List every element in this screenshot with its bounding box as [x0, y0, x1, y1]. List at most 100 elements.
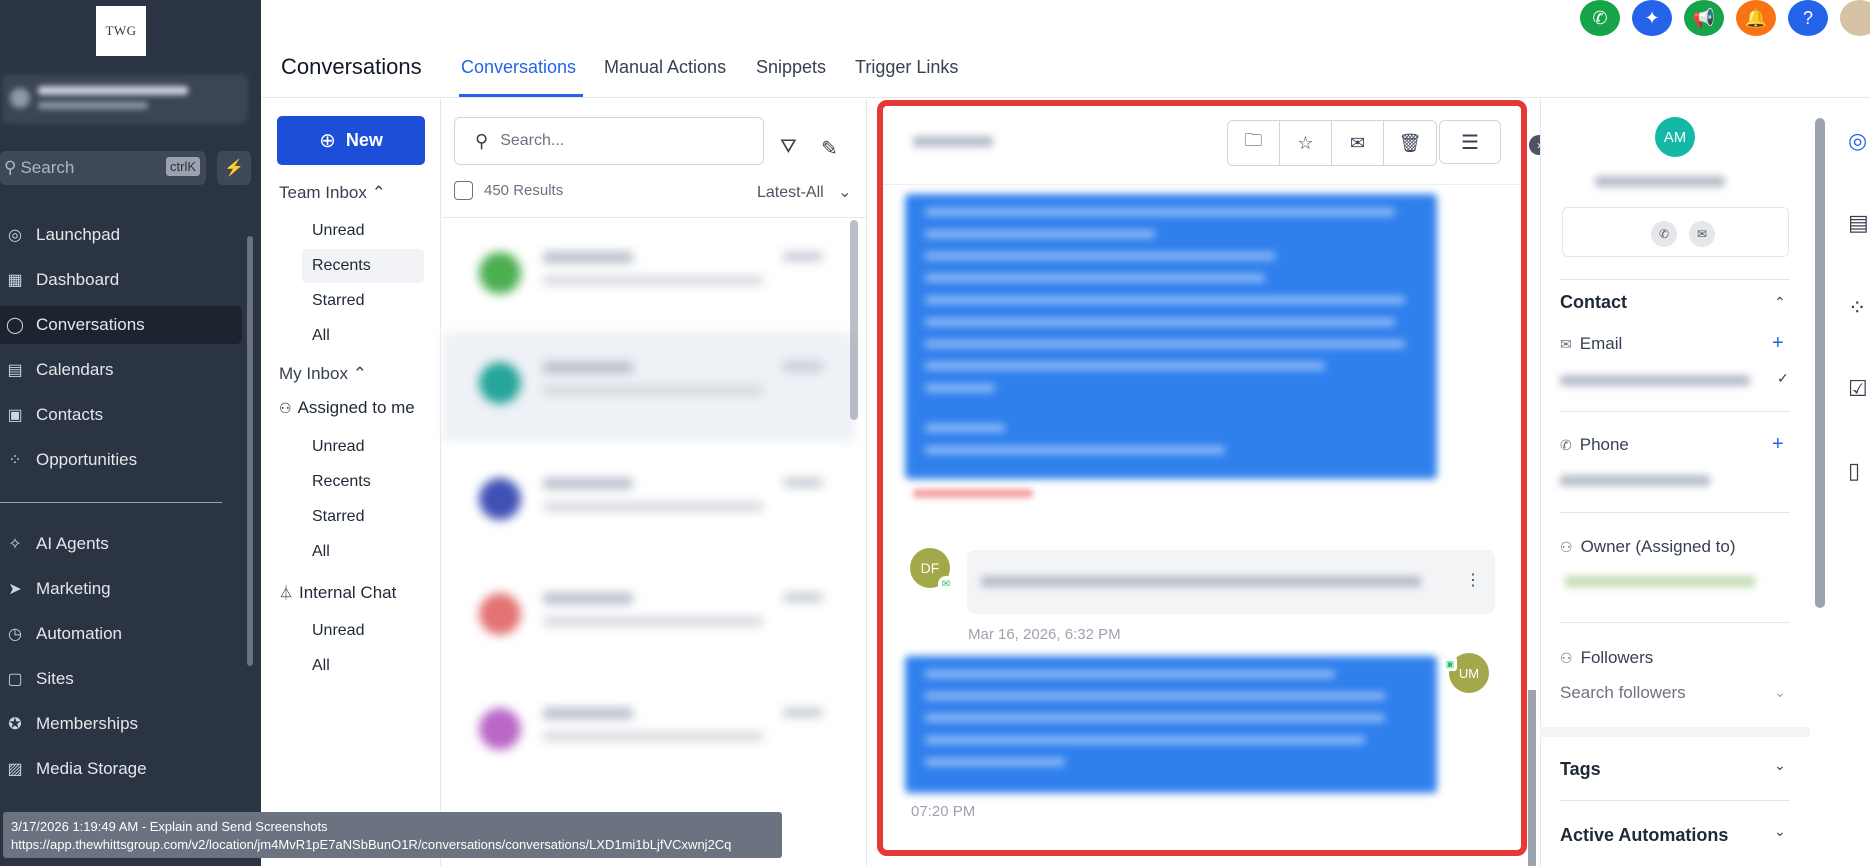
- sort-select[interactable]: Latest-All ⌄: [757, 182, 852, 202]
- sender-avatar: DF ✉: [910, 548, 954, 592]
- kebab-menu-icon[interactable]: ⋮: [1465, 570, 1481, 590]
- my-unread[interactable]: Unread: [312, 438, 364, 456]
- conversation-row[interactable]: [443, 332, 855, 442]
- internal-all[interactable]: All: [312, 657, 330, 675]
- my-recents[interactable]: Recents: [312, 473, 371, 491]
- team-starred[interactable]: Starred: [312, 292, 364, 310]
- compose-icon[interactable]: ✎: [821, 136, 838, 161]
- select-all-checkbox[interactable]: [454, 181, 473, 200]
- email-link[interactable]: [913, 489, 1033, 498]
- sidebar-item-automation[interactable]: ◷ Automation: [0, 615, 242, 653]
- team-recents[interactable]: Recents: [302, 249, 424, 283]
- chat-contact-name: [913, 136, 993, 147]
- active-tab-indicator: [459, 94, 583, 97]
- sidebar-item-label: Contacts: [36, 405, 104, 424]
- new-conversation-button[interactable]: ⊕ New: [277, 116, 425, 165]
- mail-icon[interactable]: ✉: [1689, 221, 1715, 247]
- tags-heading[interactable]: Tags: [1560, 759, 1601, 780]
- tab-snippets[interactable]: Snippets: [756, 57, 826, 78]
- message-filter-button[interactable]: ☰: [1439, 120, 1501, 164]
- team-inbox-header[interactable]: Team Inbox ⌃: [279, 183, 386, 203]
- panel-scrollbar[interactable]: [1528, 690, 1536, 866]
- internal-unread[interactable]: Unread: [312, 622, 364, 640]
- top-bar: [261, 0, 1870, 98]
- owner-select[interactable]: [1565, 576, 1755, 587]
- opportunities-icon[interactable]: ⁘: [1848, 295, 1866, 321]
- my-starred[interactable]: Starred: [312, 508, 364, 526]
- notes-icon[interactable]: ▯: [1848, 458, 1860, 484]
- calendar-icon[interactable]: ▤: [1848, 210, 1869, 236]
- add-email-button[interactable]: +: [1772, 332, 1784, 355]
- tab-conversations[interactable]: Conversations: [461, 57, 576, 78]
- followers-label: ⚇ Followers: [1560, 648, 1654, 667]
- phone-value[interactable]: [1560, 475, 1710, 486]
- sidebar-item-contacts[interactable]: ▣ Contacts: [0, 396, 242, 434]
- trash-icon[interactable]: 🗑: [1384, 121, 1436, 165]
- sidebar-item-label: Sites: [36, 669, 74, 688]
- team-unread[interactable]: Unread: [312, 222, 364, 240]
- announcement-icon[interactable]: 📢: [1684, 0, 1724, 36]
- mail-icon[interactable]: ✉: [1332, 121, 1384, 165]
- team-all[interactable]: All: [312, 327, 330, 345]
- conversation-row[interactable]: [443, 448, 855, 558]
- tab-trigger-links[interactable]: Trigger Links: [855, 57, 958, 78]
- phone-icon[interactable]: ✆: [1651, 221, 1677, 247]
- account-switcher[interactable]: [2, 74, 248, 124]
- conversation-search-input[interactable]: ⚲ Search...: [454, 117, 764, 165]
- send-icon: ➤: [8, 581, 22, 598]
- internal-chat-header[interactable]: ⏃ Internal Chat: [279, 583, 396, 603]
- sidebar-item-dashboard[interactable]: ▦ Dashboard: [0, 261, 242, 299]
- filter-icon[interactable]: ⛛: [780, 136, 797, 159]
- sidebar-search[interactable]: ⚲ Search ctrlK: [0, 151, 206, 185]
- chevron-up-icon: ⌃: [371, 183, 386, 202]
- screenshot-caption: 3/17/2026 1:19:49 AM - Explain and Send …: [3, 812, 782, 858]
- email-value[interactable]: [1560, 375, 1750, 386]
- sidebar-item-media-storage[interactable]: ▨ Media Storage: [0, 750, 242, 788]
- check-icon: ✓: [1777, 370, 1789, 386]
- help-icon[interactable]: ?: [1788, 0, 1828, 36]
- task-icon[interactable]: ☑: [1848, 376, 1868, 402]
- sidebar-scrollbar[interactable]: [245, 216, 255, 666]
- mail-icon: ✉: [1560, 336, 1572, 352]
- outbound-email-bubble: [905, 194, 1437, 479]
- contact-icon[interactable]: ◎: [1848, 128, 1867, 154]
- star-icon[interactable]: ☆: [1280, 121, 1332, 165]
- chevron-down-icon[interactable]: ⌄: [1774, 823, 1786, 840]
- lightning-icon: ⚡: [224, 160, 244, 177]
- chat-panel: 🗀 ☆ ✉ 🗑 ☰ DF ✉ ⋮ Mar 16, 2026, 6:32 PM ▣ U…: [877, 100, 1527, 856]
- sidebar-item-launchpad[interactable]: ◎ Launchpad: [0, 216, 242, 254]
- conversation-row[interactable]: [443, 678, 855, 788]
- contact-panel-scrollbar[interactable]: [1815, 118, 1825, 608]
- conversation-row[interactable]: [443, 222, 855, 332]
- my-inbox-header[interactable]: My Inbox ⌃: [279, 364, 367, 384]
- conversation-row[interactable]: [443, 563, 855, 673]
- list-scrollbar[interactable]: [850, 220, 858, 420]
- my-all[interactable]: All: [312, 543, 330, 561]
- sidebar-item-opportunities[interactable]: ⁘ Opportunities: [0, 441, 242, 479]
- sidebar-item-conversations[interactable]: ◯ Conversations: [0, 306, 242, 344]
- followers-search-input[interactable]: Search followers: [1560, 683, 1686, 703]
- users-icon: ⚇: [1560, 650, 1573, 666]
- assigned-to-me[interactable]: ⚇ Assigned to me: [279, 398, 415, 418]
- add-phone-button[interactable]: +: [1772, 433, 1784, 456]
- quick-action-button[interactable]: ⚡: [217, 151, 251, 185]
- calendar-icon: ▤: [7, 362, 23, 379]
- tab-manual-actions[interactable]: Manual Actions: [604, 57, 726, 78]
- sidebar-item-sites[interactable]: ▢ Sites: [0, 660, 242, 698]
- sidebar-item-calendars[interactable]: ▤ Calendars: [0, 351, 242, 389]
- sparkle-icon: ✧: [8, 536, 22, 553]
- contact-section-heading[interactable]: Contact: [1560, 292, 1627, 313]
- chevron-up-icon[interactable]: ⌃: [1774, 294, 1786, 311]
- chat-badge-icon: ▣: [1443, 657, 1457, 671]
- sidebar-item-ai-agents[interactable]: ✧ AI Agents: [0, 525, 242, 563]
- phone-icon[interactable]: ✆: [1580, 0, 1620, 36]
- chevron-down-icon[interactable]: ⌄: [1774, 684, 1786, 701]
- sidebar-item-memberships[interactable]: ✪ Memberships: [0, 705, 242, 743]
- ai-sparkle-icon[interactable]: ✦: [1632, 0, 1672, 36]
- media-icon: ▨: [7, 761, 23, 778]
- bell-icon[interactable]: 🔔: [1736, 0, 1776, 36]
- folder-icon[interactable]: 🗀: [1228, 121, 1280, 165]
- chevron-down-icon[interactable]: ⌄: [1774, 757, 1786, 774]
- active-automations-heading[interactable]: Active Automations: [1560, 825, 1728, 846]
- sidebar-item-marketing[interactable]: ➤ Marketing: [0, 570, 242, 608]
